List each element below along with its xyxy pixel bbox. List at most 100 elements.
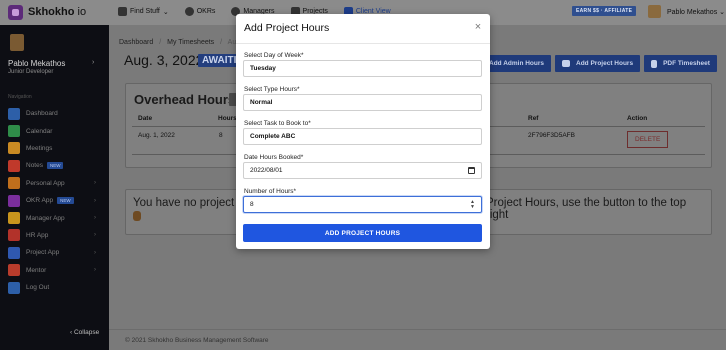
file-icon xyxy=(651,59,658,68)
breadcrumb-separator: / xyxy=(220,39,223,46)
sidebar-item-icon xyxy=(8,229,20,242)
add-project-hours-submit-button[interactable]: ADD PROJECT HOURS xyxy=(243,224,482,242)
sidebar-avatar xyxy=(10,34,24,51)
collapse-button[interactable]: ‹ Collapse xyxy=(70,329,99,336)
sidebar-item-calendar[interactable]: Calendar xyxy=(8,122,104,139)
delete-button[interactable]: DELETE xyxy=(627,131,669,148)
new-badge: NEW xyxy=(46,162,64,170)
modal-title: Add Project Hours xyxy=(244,22,330,34)
target-icon xyxy=(184,7,194,16)
overhead-hours-title: Overhead Hours xyxy=(134,92,236,107)
type-hours-select[interactable]: Normal xyxy=(243,94,482,111)
pdf-timesheet-button[interactable]: PDF Timesheet xyxy=(644,55,717,72)
sidebar-item-label: Calendar xyxy=(26,127,53,135)
new-badge: NEW xyxy=(57,197,74,205)
col-header-ref: Ref xyxy=(528,115,539,122)
day-of-week-select[interactable]: Tuesday xyxy=(243,60,482,77)
pointing-hand-icon xyxy=(133,211,141,221)
cell-date: Aug. 1, 2022 xyxy=(138,132,175,139)
day-of-week-label: Select Day of Week* xyxy=(244,52,304,59)
chevron-right-icon: › xyxy=(94,197,96,204)
add-admin-hours-button[interactable]: Add Admin Hours xyxy=(482,55,552,72)
page-title: Aug. 3, 2022 xyxy=(124,52,204,68)
sidebar-item-icon xyxy=(8,194,20,207)
sidebar-item-icon xyxy=(8,107,20,120)
col-header-action: Action xyxy=(627,115,648,122)
chevron-down-icon: ⌄ xyxy=(719,9,726,16)
number-of-hours-label: Number of Hours* xyxy=(244,188,297,195)
user-menu[interactable]: Pablo Mekathos ⌄ xyxy=(667,8,725,16)
sidebar-item-label: Manager App xyxy=(26,214,65,222)
sidebar-item-label: Notes xyxy=(26,162,43,170)
sidebar-item-icon xyxy=(8,159,20,172)
action-buttons: Add Admin Hours Add Project Hours PDF Ti… xyxy=(482,55,717,72)
sidebar-item-hr-app[interactable]: HR App › xyxy=(8,227,104,244)
breadcrumb-separator: / xyxy=(159,39,162,46)
logo-icon[interactable] xyxy=(8,5,23,20)
sidebar-item-label: Personal App xyxy=(26,179,65,187)
sidebar-item-dashboard[interactable]: Dashboard xyxy=(8,105,104,122)
date-booked-input[interactable]: 2022/08/01 xyxy=(243,162,482,179)
number-stepper-icon[interactable]: ▲ ▼ xyxy=(470,200,475,210)
sidebar-item-label: HR App xyxy=(26,231,49,239)
add-project-hours-modal: Add Project Hours × Select Day of Week* … xyxy=(236,14,490,249)
sidebar-item-project-app[interactable]: Project App › xyxy=(8,244,104,261)
chevron-right-icon[interactable]: › xyxy=(92,59,94,66)
sidebar: Pablo Mekathos › Junior Developer Naviga… xyxy=(0,25,109,350)
chevron-right-icon: › xyxy=(94,180,96,187)
sidebar-user-name[interactable]: Pablo Mekathos xyxy=(8,59,65,68)
sidebar-item-icon xyxy=(8,281,20,294)
sidebar-item-mentor[interactable]: Mentor › xyxy=(8,262,104,279)
sidebar-item-icon xyxy=(8,246,20,259)
footer: © 2021 Skhokho Business Management Softw… xyxy=(125,337,269,344)
sidebar-user-role: Junior Developer xyxy=(8,69,54,75)
empty-state-text: You have no project h xyxy=(133,197,244,209)
top-nav-okrs[interactable]: OKRs xyxy=(184,7,215,16)
sidebar-item-log-out[interactable]: Log Out xyxy=(8,279,104,296)
date-booked-label: Date Hours Booked* xyxy=(244,154,304,161)
avatar[interactable] xyxy=(648,5,661,18)
empty-state-text-right: Project Hours, use the button to the top… xyxy=(486,197,687,221)
sidebar-item-icon xyxy=(8,125,20,138)
type-hours-label: Select Type Hours* xyxy=(244,86,300,93)
task-label: Select Task to Book to* xyxy=(244,120,311,127)
number-of-hours-input[interactable]: 8 ▲ ▼ xyxy=(243,196,482,213)
add-project-hours-button[interactable]: Add Project Hours xyxy=(555,55,641,72)
chevron-right-icon: › xyxy=(94,267,96,274)
sidebar-item-manager-app[interactable]: Manager App › xyxy=(8,209,104,226)
top-nav-find-stuff[interactable]: Find Stuff ⌄ xyxy=(118,7,169,16)
sidebar-item-icon xyxy=(8,177,20,190)
breadcrumb-dashboard[interactable]: Dashboard xyxy=(119,39,153,46)
sidebar-item-okr-app[interactable]: OKR App NEW › xyxy=(8,192,104,209)
chevron-down-icon: ⌄ xyxy=(162,8,169,16)
sidebar-item-meetings[interactable]: Meetings xyxy=(8,140,104,157)
sidebar-item-icon xyxy=(8,142,20,155)
breadcrumb-my-timesheets[interactable]: My Timesheets xyxy=(167,39,214,46)
app-logo-text[interactable]: Skhokho io xyxy=(28,6,86,18)
sidebar-item-icon xyxy=(8,212,20,225)
chevron-right-icon: › xyxy=(94,232,96,239)
sidebar-nav-title: Navigation xyxy=(8,94,32,100)
col-header-hours: Hours xyxy=(218,115,237,122)
calendar-icon[interactable] xyxy=(468,167,475,174)
cell-ref: 2F796F3D5AFB xyxy=(528,132,575,139)
sidebar-item-label: OKR App xyxy=(26,197,54,205)
modal-divider xyxy=(236,43,490,44)
sidebar-item-label: Log Out xyxy=(26,284,50,292)
sidebar-item-label: Project App xyxy=(26,249,60,257)
grid-icon xyxy=(118,7,127,16)
sidebar-item-icon xyxy=(8,264,20,277)
cell-hours: 8 xyxy=(219,132,223,139)
col-header-date: Date xyxy=(138,115,153,122)
briefcase-icon xyxy=(562,60,571,67)
sidebar-item-notes[interactable]: Notes NEW xyxy=(8,157,104,174)
sidebar-item-label: Mentor xyxy=(26,266,47,274)
task-select[interactable]: Complete ABC xyxy=(243,128,482,145)
sidebar-item-personal-app[interactable]: Personal App › xyxy=(8,175,104,192)
breadcrumb: Dashboard / My Timesheets / Aug. 3, xyxy=(119,39,254,46)
sidebar-items: Dashboard Calendar Meetings Notes NEW Persona… xyxy=(8,105,104,296)
chevron-right-icon: › xyxy=(94,215,96,222)
close-icon[interactable]: × xyxy=(473,22,483,33)
earn-affiliate-badge[interactable]: EARN $$ · AFFILIATE xyxy=(572,6,637,16)
sidebar-item-label: Dashboard xyxy=(26,110,58,118)
